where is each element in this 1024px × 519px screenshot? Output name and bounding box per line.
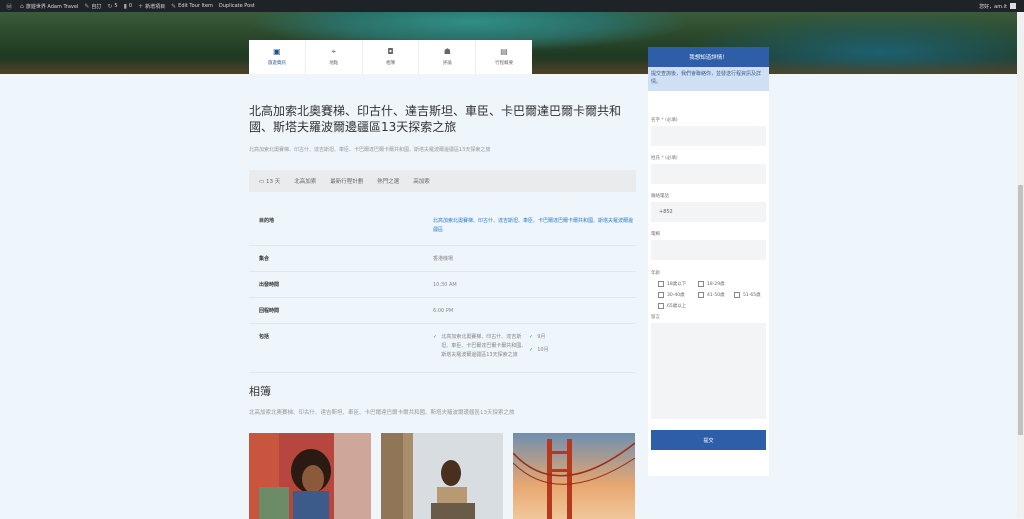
plus-icon: + bbox=[138, 2, 144, 10]
tour-details-table: 目的地 北高加索北奧賽梯、印古什、達吉斯坦、車臣、卡巴爾達巴爾卡爾共和國、斯塔夫… bbox=[249, 208, 636, 373]
tab-itinerary[interactable]: ▤ 行程概要 bbox=[476, 40, 532, 74]
tab-location[interactable]: ⌖ 地點 bbox=[306, 40, 363, 74]
table-row: 目的地 北高加索北奧賽梯、印古什、達吉斯坦、車臣、卡巴爾達巴爾卡爾共和國、斯塔夫… bbox=[249, 208, 636, 246]
popular-meta[interactable]: 熱門之選 bbox=[377, 177, 399, 185]
home-icon: ⌂ bbox=[20, 2, 24, 10]
caucasus-meta[interactable]: 高加索 bbox=[413, 177, 430, 185]
list-item: ✓ 北高加索北奧賽梯、印古什、達吉斯坦、車臣、卡巴爾達巴爾卡爾共和國、斯塔夫羅波爾… bbox=[433, 334, 527, 358]
info-icon: ▣ bbox=[273, 47, 281, 56]
comment-icon: ▮ bbox=[123, 2, 127, 10]
checkbox[interactable] bbox=[698, 292, 704, 298]
wordpress-logo-icon[interactable]: Ⓦ bbox=[6, 2, 14, 11]
tab-info[interactable]: ▣ 旅遊資訊 bbox=[249, 40, 306, 74]
age-option-under18[interactable]: 18歲以下 bbox=[658, 281, 686, 287]
avatar bbox=[1010, 3, 1016, 9]
table-row: 回程時間 6:00 PM bbox=[249, 298, 636, 324]
checkbox[interactable] bbox=[658, 292, 664, 298]
admin-account[interactable]: 您好，am.it bbox=[979, 3, 1016, 10]
gallery-photo-woman-phone[interactable] bbox=[249, 433, 371, 519]
inquiry-form: 我想知道詳情！ 提交查詢後，我們會聯絡你，並發送行程資訊及詳情。 名字 * (必… bbox=[648, 47, 769, 476]
page-title: 北高加索北奧賽梯、印古什、達吉斯坦、車臣、卡巴爾達巴爾卡爾共和國、斯塔夫羅波爾邊… bbox=[249, 104, 622, 134]
category-meta[interactable]: 最新行程計劃 bbox=[330, 177, 363, 185]
brush-icon: ✎ bbox=[84, 2, 90, 10]
check-icon: ✓ bbox=[433, 334, 438, 340]
age-option-41-50[interactable]: 41-50歲 bbox=[698, 292, 725, 298]
table-row: 集合 香港機場 bbox=[249, 246, 636, 272]
included-list: ✓ 北高加索北奧賽梯、印古什、達吉斯坦、車臣、卡巴爾達巴爾卡爾共和國、斯塔夫羅波爾… bbox=[433, 333, 636, 360]
gallery-title: 相簿 bbox=[249, 385, 271, 398]
age-label: 年齡 bbox=[651, 271, 660, 276]
map-pin-icon: ⌖ bbox=[331, 47, 336, 56]
gallery-photo-man-bigben[interactable] bbox=[381, 433, 503, 519]
admin-comments-link[interactable]: ▮ 0 bbox=[124, 3, 133, 10]
list-item: ✓ 10月 bbox=[529, 347, 549, 353]
photo-man-icon bbox=[381, 433, 503, 519]
admin-updates-link[interactable]: ↻ 5 bbox=[107, 3, 117, 10]
form-intro: 提交查詢後，我們會聯絡你，並發送行程資訊及詳情。 bbox=[648, 67, 769, 91]
table-row: 包括 ✓ 北高加索北奧賽梯、印古什、達吉斯坦、車臣、卡巴爾達巴爾卡爾共和國、斯塔夫… bbox=[249, 324, 636, 373]
check-icon: ✓ bbox=[529, 334, 534, 340]
message-label: 留言 bbox=[651, 315, 660, 320]
admin-new-link[interactable]: + 新增項目 bbox=[138, 3, 165, 10]
tab-reviews[interactable]: ☗ 評論 bbox=[419, 40, 477, 74]
admin-customize-link[interactable]: ✎ 自訂 bbox=[84, 3, 101, 10]
age-option-over65[interactable]: 65歲以上 bbox=[658, 303, 686, 309]
last-name-input[interactable] bbox=[651, 164, 766, 184]
destination-link[interactable]: 北高加索北奧賽梯、印古什、達吉斯坦、車臣、卡巴爾達巴爾卡爾共和國、斯塔夫羅波爾邊… bbox=[433, 208, 636, 245]
last-name-label: 姓氏 * (必填) bbox=[651, 156, 678, 161]
admin-bar: Ⓦ ⌂ 旅遊世界 Adam Travel ✎ 自訂 ↻ 5 ▮ 0 + 新增項目 ✎ Edi… bbox=[0, 0, 1024, 12]
first-name-input[interactable] bbox=[651, 126, 766, 146]
age-option-51-65[interactable]: 51-65歲 bbox=[734, 292, 761, 298]
tab-gallery[interactable]: ◘ 相簿 bbox=[363, 40, 420, 74]
checkbox[interactable] bbox=[734, 292, 740, 298]
admin-site-link[interactable]: ⌂ 旅遊世界 Adam Travel bbox=[20, 3, 78, 10]
first-name-label: 名字 * (必填) bbox=[651, 118, 678, 123]
duration-meta: ▭ 13 天 bbox=[259, 179, 281, 185]
phone-input[interactable]: +852 bbox=[651, 202, 766, 222]
gallery-subtitle: 北高加索北奧賽梯、印古什、達吉斯坦、車臣、卡巴爾達巴爾卡爾共和國、斯塔夫羅波爾邊… bbox=[249, 410, 515, 416]
tour-meta-bar: ▭ 13 天 北高加索 最新行程計劃 熱門之選 高加索 bbox=[249, 170, 636, 192]
tour-subtitle: 北高加索北奧賽梯、印古什、達吉斯坦、車臣、卡巴爾達巴爾卡爾共和國、斯塔夫羅波爾邊… bbox=[249, 147, 491, 153]
checkbox[interactable] bbox=[658, 303, 664, 309]
list-item: ✓ 9月 bbox=[529, 334, 546, 340]
form-heading: 我想知道詳情！ bbox=[648, 47, 769, 67]
check-icon: ✓ bbox=[529, 347, 534, 353]
age-option-18-29[interactable]: 18-29歲 bbox=[698, 281, 725, 287]
photo-woman-icon bbox=[249, 433, 371, 519]
table-row: 出發時間 10:30 AM bbox=[249, 272, 636, 298]
calendar-icon: ▤ bbox=[500, 47, 508, 56]
message-textarea[interactable] bbox=[651, 323, 766, 419]
checkbox[interactable] bbox=[658, 281, 664, 287]
email-input[interactable] bbox=[651, 240, 766, 260]
gallery-photo-golden-gate[interactable] bbox=[513, 433, 635, 519]
admin-edit-link[interactable]: ✎ Edit Tour Item bbox=[171, 3, 213, 10]
scrollbar-thumb[interactable] bbox=[1018, 185, 1023, 435]
phone-label: 聯絡電話 bbox=[651, 194, 669, 199]
calendar-icon: ▭ bbox=[259, 179, 266, 185]
submit-button[interactable]: 提交 bbox=[651, 430, 766, 450]
checkbox[interactable] bbox=[698, 281, 704, 287]
users-icon: ☗ bbox=[443, 47, 451, 56]
refresh-icon: ↻ bbox=[107, 2, 113, 10]
age-option-30-40[interactable]: 30-40歲 bbox=[658, 292, 685, 298]
photo-bridge-icon bbox=[513, 433, 635, 519]
tour-tabs: ▣ 旅遊資訊 ⌖ 地點 ◘ 相簿 ☗ 評論 ▤ 行程概要 bbox=[249, 40, 532, 74]
camera-icon: ◘ bbox=[387, 47, 394, 56]
scrollbar[interactable] bbox=[1017, 12, 1024, 518]
email-label: 電郵 bbox=[651, 232, 660, 237]
region-meta[interactable]: 北高加索 bbox=[294, 177, 316, 185]
admin-duplicate-link[interactable]: Duplicate Post bbox=[219, 3, 255, 9]
pencil-icon: ✎ bbox=[171, 2, 177, 10]
